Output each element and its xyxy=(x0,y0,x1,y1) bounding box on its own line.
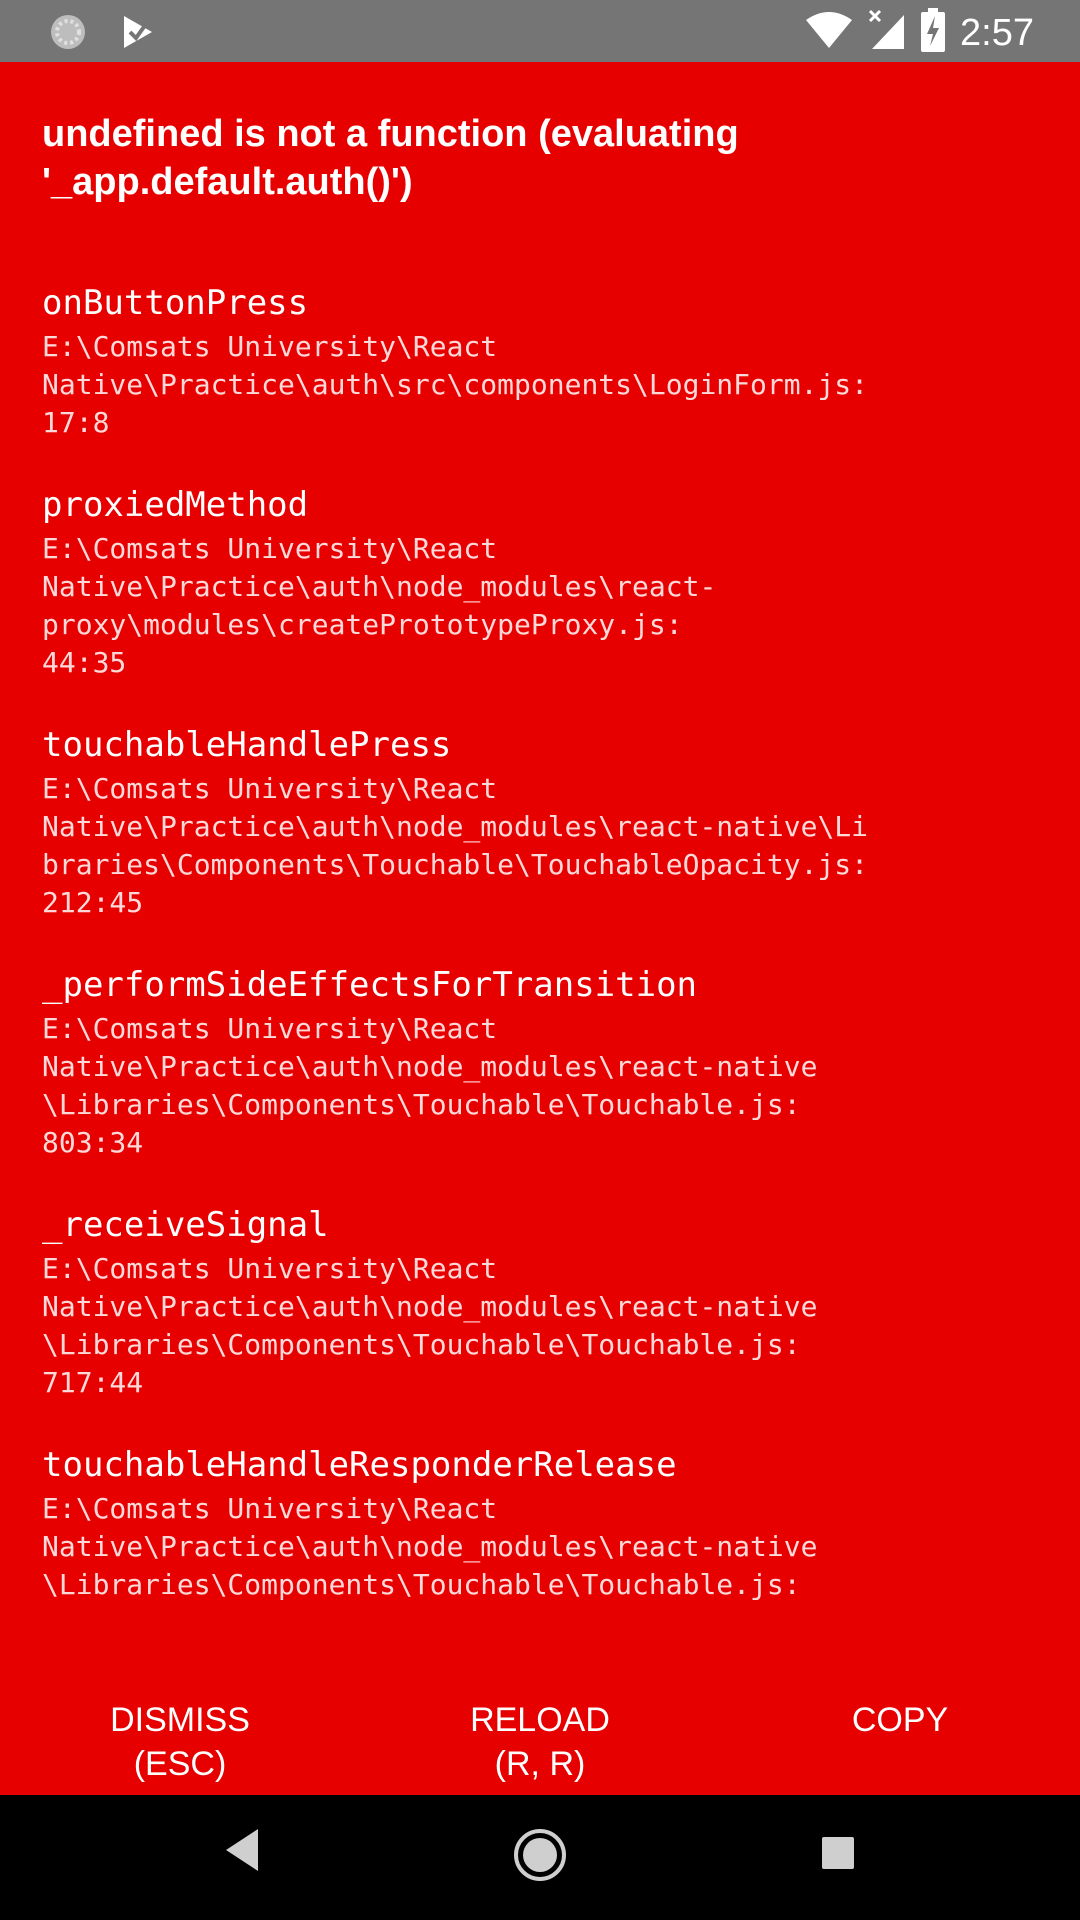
reload-button[interactable]: RELOAD (R, R) xyxy=(420,1698,660,1786)
redbox-action-bar: DISMISS (ESC) RELOAD (R, R) COPY xyxy=(0,1680,1080,1795)
dismiss-button[interactable]: DISMISS (ESC) xyxy=(60,1698,300,1786)
stack-frame[interactable]: _receiveSignal E:\Comsats University\Rea… xyxy=(42,1200,1052,1402)
stack-frame-location: E:\Comsats University\React Native\Pract… xyxy=(42,330,869,439)
stack-frame[interactable]: touchableHandlePress E:\Comsats Universi… xyxy=(42,720,1052,922)
redbox-error-panel: undefined is not a function (evaluating … xyxy=(0,62,1080,1645)
status-bar-right: 2:57 xyxy=(804,8,1034,57)
stack-frame-location: E:\Comsats University\React Native\Pract… xyxy=(42,772,869,919)
navigation-bar xyxy=(0,1795,1080,1920)
copy-button[interactable]: COPY xyxy=(780,1698,1020,1742)
stack-frame-method: touchableHandleResponderRelease xyxy=(42,1445,677,1485)
stack-frame[interactable]: onButtonPress E:\Comsats University\Reac… xyxy=(42,278,1052,442)
stack-frame-location: E:\Comsats University\React Native\Pract… xyxy=(42,1252,818,1399)
cellular-no-data-icon xyxy=(868,9,906,56)
wifi-icon xyxy=(804,10,854,55)
stack-frame[interactable]: proxiedMethod E:\Comsats University\Reac… xyxy=(42,480,1052,682)
stack-frame[interactable]: _performSideEffectsForTransition E:\Coms… xyxy=(42,960,1052,1162)
stack-frame-location: E:\Comsats University\React Native\Pract… xyxy=(42,532,717,679)
stack-frame-method: _performSideEffectsForTransition xyxy=(42,965,698,1005)
recents-icon[interactable] xyxy=(820,1835,856,1876)
battery-charging-icon xyxy=(920,8,946,57)
check-flag-icon xyxy=(118,12,158,57)
stack-frame-location: E:\Comsats University\React Native\Pract… xyxy=(42,1012,818,1159)
error-message-title: undefined is not a function (evaluating … xyxy=(42,113,739,203)
status-clock: 2:57 xyxy=(960,11,1034,54)
home-icon[interactable] xyxy=(513,1828,567,1887)
stack-frame-method: touchableHandlePress xyxy=(42,725,452,765)
stack-frame[interactable]: touchableHandleResponderRelease E:\Comsa… xyxy=(42,1440,1052,1604)
stack-frame-method: _receiveSignal xyxy=(42,1205,329,1245)
stack-frame-method: proxiedMethod xyxy=(42,485,309,525)
status-bar-left xyxy=(48,12,158,57)
status-bar: 2:57 xyxy=(0,0,1080,62)
loading-spinner-icon xyxy=(48,12,88,57)
stack-trace-list[interactable]: onButtonPress E:\Comsats University\Reac… xyxy=(42,278,1052,1645)
stack-frame-location: E:\Comsats University\React Native\Pract… xyxy=(42,1492,818,1601)
back-icon[interactable] xyxy=(222,1825,262,1880)
stack-frame-method: onButtonPress xyxy=(42,283,309,323)
